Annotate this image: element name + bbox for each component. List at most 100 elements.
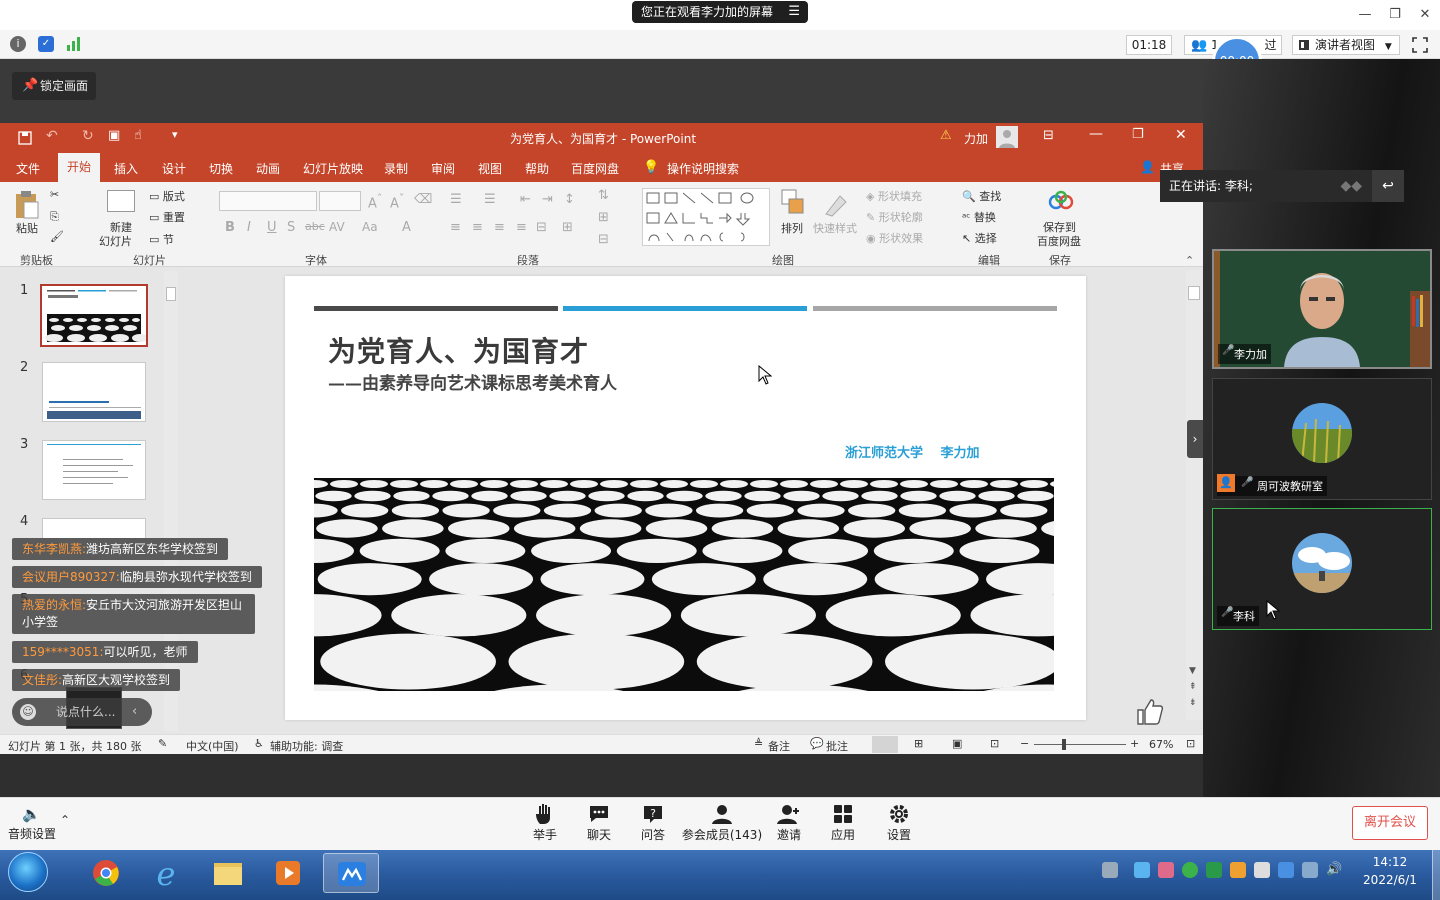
customize-qat-icon[interactable]: ▾ (172, 128, 178, 141)
scroll-down-icon[interactable]: ▼ (1189, 666, 1196, 676)
ribbon-display-icon[interactable]: ⊟ (1043, 128, 1054, 143)
clear-format-icon[interactable]: ⌫ (414, 192, 432, 207)
shape-fill-button[interactable]: ◈ 形状填充 (866, 188, 922, 204)
ppt-close-icon[interactable]: ✕ (1175, 127, 1187, 143)
quick-styles-icon[interactable] (822, 190, 850, 218)
text-direction-icon[interactable]: ⇅ (598, 188, 609, 203)
chat-input[interactable]: ☺ 说点什么... ‹ (12, 698, 152, 726)
slide-sorter-icon[interactable]: ⊞ (914, 737, 923, 750)
slide-scrollbar[interactable]: ▼ ⇞ ⇟ (1186, 270, 1202, 720)
tencent-meeting-icon[interactable] (323, 853, 379, 893)
collapse-ribbon-icon[interactable]: ⌃ (1185, 254, 1194, 267)
leave-meeting-button[interactable]: 离开会议 (1352, 806, 1428, 840)
video-tile-zhoukebo[interactable]: 👤 🎤 周可波教研室 (1212, 378, 1432, 500)
tab-animations[interactable]: 动画 (256, 160, 280, 177)
return-icon[interactable]: ↩ (1372, 170, 1404, 202)
warning-icon[interactable]: ⚠ (940, 128, 952, 143)
arrange-label[interactable]: 排列 (781, 220, 803, 236)
zoom-out-icon[interactable]: − (1020, 737, 1029, 750)
shrink-font-icon[interactable]: Aˇ (390, 192, 404, 211)
banner-menu-icon[interactable]: ☰ (788, 1, 800, 23)
slide-title[interactable]: 为党育人、为国育才 (328, 330, 589, 370)
watching-banner[interactable]: 您正在观看李力加的屏幕 ☰ (632, 1, 808, 23)
thumbs-up-icon[interactable] (1134, 698, 1164, 726)
tray-app-icon[interactable] (1158, 862, 1174, 878)
show-desktop-button[interactable] (1432, 850, 1440, 900)
shape-effects-button[interactable]: ◉ 形状效果 (866, 230, 923, 246)
change-case-icon[interactable]: Aa (362, 220, 378, 234)
user-avatar[interactable] (996, 126, 1018, 148)
new-slide-icon[interactable] (107, 190, 135, 212)
collapse-chat-icon[interactable]: ‹ (132, 698, 137, 726)
internet-explorer-icon[interactable]: e (140, 853, 192, 893)
reset-button[interactable]: ▭ 重置 (149, 209, 185, 225)
shield-icon[interactable]: ✓ (38, 36, 54, 52)
replace-button[interactable]: ᵃᶜ 替换 (962, 209, 996, 225)
lock-view-button[interactable]: 📌 锁定画面 (12, 72, 96, 100)
participants-button[interactable]: 参会成员(143) (680, 802, 764, 843)
shapes-gallery[interactable] (642, 188, 770, 246)
align-center-icon[interactable]: ≡ (472, 220, 483, 235)
font-color-icon[interactable]: A (402, 220, 411, 235)
windows-start-icon[interactable] (8, 852, 48, 892)
security-icon[interactable] (1230, 862, 1246, 878)
columns-icon[interactable]: ⊞ (562, 220, 573, 235)
align-left-icon[interactable]: ≡ (450, 220, 461, 235)
format-painter-icon[interactable]: 🖌 (50, 230, 64, 243)
ppt-minimize-icon[interactable]: — (1089, 126, 1103, 142)
tab-design[interactable]: 设计 (162, 160, 186, 177)
volume-icon[interactable]: 🔊 (1326, 862, 1342, 878)
tab-record[interactable]: 录制 (384, 160, 408, 177)
normal-view-icon[interactable] (872, 736, 898, 753)
tab-baidu-netdisk[interactable]: 百度网盘 (571, 160, 619, 177)
grow-font-icon[interactable]: Aˆ (368, 192, 382, 211)
next-slide-icon[interactable]: ⇟ (1189, 698, 1197, 708)
numbering-icon[interactable]: ☰ (484, 192, 496, 207)
line-spacing-icon[interactable]: ↕ (564, 192, 575, 207)
restore-icon[interactable]: ❐ (1386, 6, 1404, 24)
slide-subtitle[interactable]: ——由素养导向艺术课标思考美术育人 (328, 369, 617, 394)
increase-indent-icon[interactable]: ⇥ (542, 192, 553, 207)
tray-app-icon[interactable] (1278, 862, 1294, 878)
slide-thumbnail-1[interactable] (40, 284, 148, 347)
baidu-cloud-icon[interactable] (1047, 190, 1075, 212)
zoom-level[interactable]: 67% (1149, 738, 1173, 751)
network-icon[interactable] (1302, 862, 1318, 878)
tab-slideshow[interactable]: 幻灯片放映 (303, 160, 363, 177)
taskbar-clock[interactable]: 14:12 2022/6/1 (1352, 853, 1428, 889)
emoji-icon[interactable]: ☺ (20, 704, 36, 720)
slide-thumbnail-4[interactable] (42, 518, 146, 538)
paste-label[interactable]: 粘贴 (16, 220, 38, 236)
touch-mode-icon[interactable]: ☝ (134, 128, 142, 143)
strikethrough-icon[interactable]: abc (305, 220, 325, 233)
bullets-icon[interactable]: ☰ (450, 192, 462, 207)
previous-slide-icon[interactable]: ⇞ (1189, 682, 1197, 692)
zoom-in-icon[interactable]: + (1130, 737, 1139, 750)
layout-button[interactable]: ▭ 版式 (149, 188, 185, 204)
tray-app-icon[interactable] (1134, 862, 1150, 878)
align-right-icon[interactable]: ≡ (494, 220, 505, 235)
slideshow-icon[interactable]: ▣ (108, 128, 120, 143)
find-button[interactable]: 🔍 查找 (962, 188, 1001, 204)
select-button[interactable]: ↖ 选择 (962, 230, 997, 246)
quick-styles-label[interactable]: 快速样式 (813, 220, 857, 236)
decrease-indent-icon[interactable]: ⇤ (520, 192, 531, 207)
signal-icon[interactable] (66, 37, 82, 51)
tab-review[interactable]: 审阅 (431, 160, 455, 177)
new-slide-label-2[interactable]: 幻灯片 (99, 233, 132, 249)
ppt-restore-icon[interactable]: ❐ (1132, 127, 1144, 142)
settings-button[interactable]: 设置 (864, 802, 934, 843)
wechat-icon[interactable] (1182, 862, 1198, 878)
italic-icon[interactable]: I (247, 220, 251, 235)
underline-icon[interactable]: U (267, 220, 277, 235)
comments-button[interactable]: 批注 (826, 738, 848, 754)
speaker-view-dropdown[interactable]: 演讲者视图 ▼ (1292, 35, 1400, 55)
close-icon[interactable]: ✕ (1416, 6, 1434, 24)
tab-view[interactable]: 视图 (478, 160, 502, 177)
chrome-icon[interactable] (80, 853, 132, 893)
zoom-slider-handle[interactable] (1062, 739, 1066, 750)
tab-home[interactable]: 开始 (58, 153, 100, 182)
arrange-icon[interactable] (780, 188, 806, 218)
save-to-label-2[interactable]: 百度网盘 (1037, 233, 1081, 249)
cut-icon[interactable]: ✂ (50, 188, 59, 201)
